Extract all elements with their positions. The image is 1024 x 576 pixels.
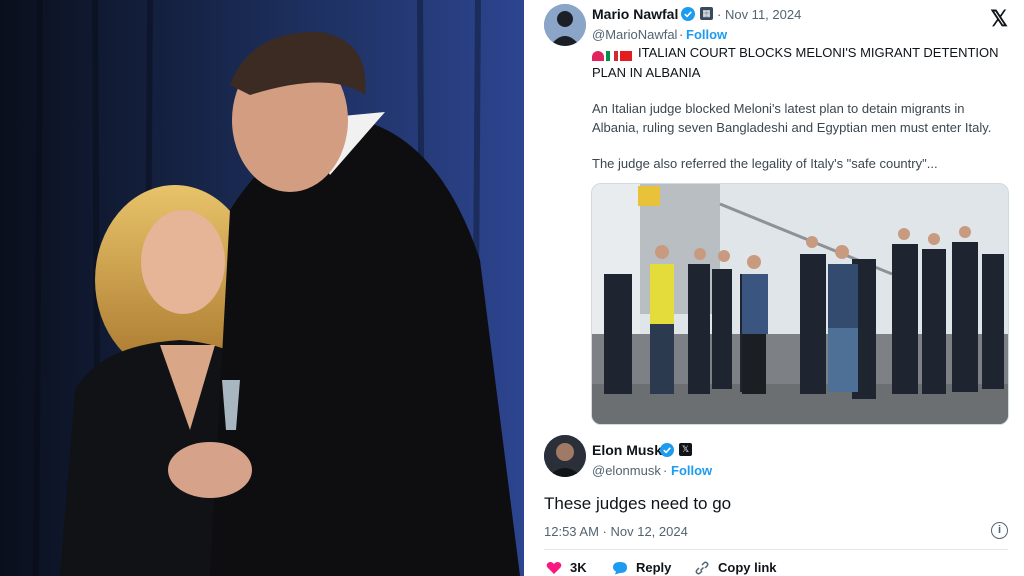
verified-badge-icon [681, 7, 695, 21]
link-icon [695, 561, 709, 574]
x-logo-icon[interactable]: 𝕏 [990, 6, 1008, 32]
mario-avatar[interactable] [544, 4, 586, 46]
elon-avatar[interactable] [544, 435, 586, 477]
siren-icon [592, 50, 604, 61]
photo-scene [0, 0, 524, 576]
reply-follow-button[interactable]: Follow [671, 463, 712, 478]
reply-label: Reply [636, 560, 672, 575]
tweet-panel: Mario Nawfal ▦ · Nov 11, 2024 𝕏 @MarioNa… [524, 0, 1024, 576]
reply-author-handle[interactable]: @elonmusk [592, 463, 661, 478]
reply-bubble-icon [613, 561, 627, 574]
post-paragraph-1: An Italian judge blocked Meloni's latest… [592, 101, 992, 135]
follow-button[interactable]: Follow [686, 27, 727, 42]
avatar-person-icon [544, 435, 586, 477]
copy-link-button[interactable]: Copy link [694, 560, 777, 575]
post-media-image[interactable] [591, 183, 1009, 425]
headline-text: ITALIAN COURT BLOCKS MELONI'S MIGRANT DE… [592, 45, 999, 80]
like-count: 3K [570, 560, 587, 575]
flags-row [592, 46, 634, 64]
post-paragraph-2: The judge also referred the legality of … [592, 156, 938, 171]
reply-body-text: These judges need to go [544, 494, 732, 513]
italy-flag-icon [606, 50, 618, 61]
reply-timestamp[interactable]: 12:53 AM · Nov 12, 2024 [544, 524, 688, 539]
handle-sep: · [679, 27, 684, 42]
reply-button[interactable]: Reply [612, 560, 671, 575]
author-handle[interactable]: @MarioNawfal [592, 27, 677, 42]
avatar-person-icon [544, 4, 586, 46]
post-date-value: Nov 11, 2024 [724, 7, 802, 22]
reply-author-name[interactable]: Elon Musk [592, 442, 662, 458]
verified-badge-icon [660, 443, 674, 457]
like-button[interactable]: 3K [546, 560, 587, 575]
albania-flag-icon [620, 50, 632, 61]
post-date: · Nov 11, 2024 [717, 7, 802, 22]
author-name[interactable]: Mario Nawfal [592, 6, 678, 22]
post-headline: ITALIAN COURT BLOCKS MELONI'S MIGRANT DE… [592, 44, 1008, 82]
media-scene [592, 184, 1008, 424]
heart-icon [546, 561, 562, 574]
x-affiliate-badge-icon: 𝕏 [679, 443, 692, 456]
copy-link-label: Copy link [718, 560, 777, 575]
affiliate-badge-icon: ▦ [700, 7, 713, 20]
photo-left [0, 0, 524, 576]
handle-sep-2: · [663, 463, 668, 478]
info-icon[interactable]: i [991, 522, 1008, 539]
divider [544, 549, 1008, 550]
